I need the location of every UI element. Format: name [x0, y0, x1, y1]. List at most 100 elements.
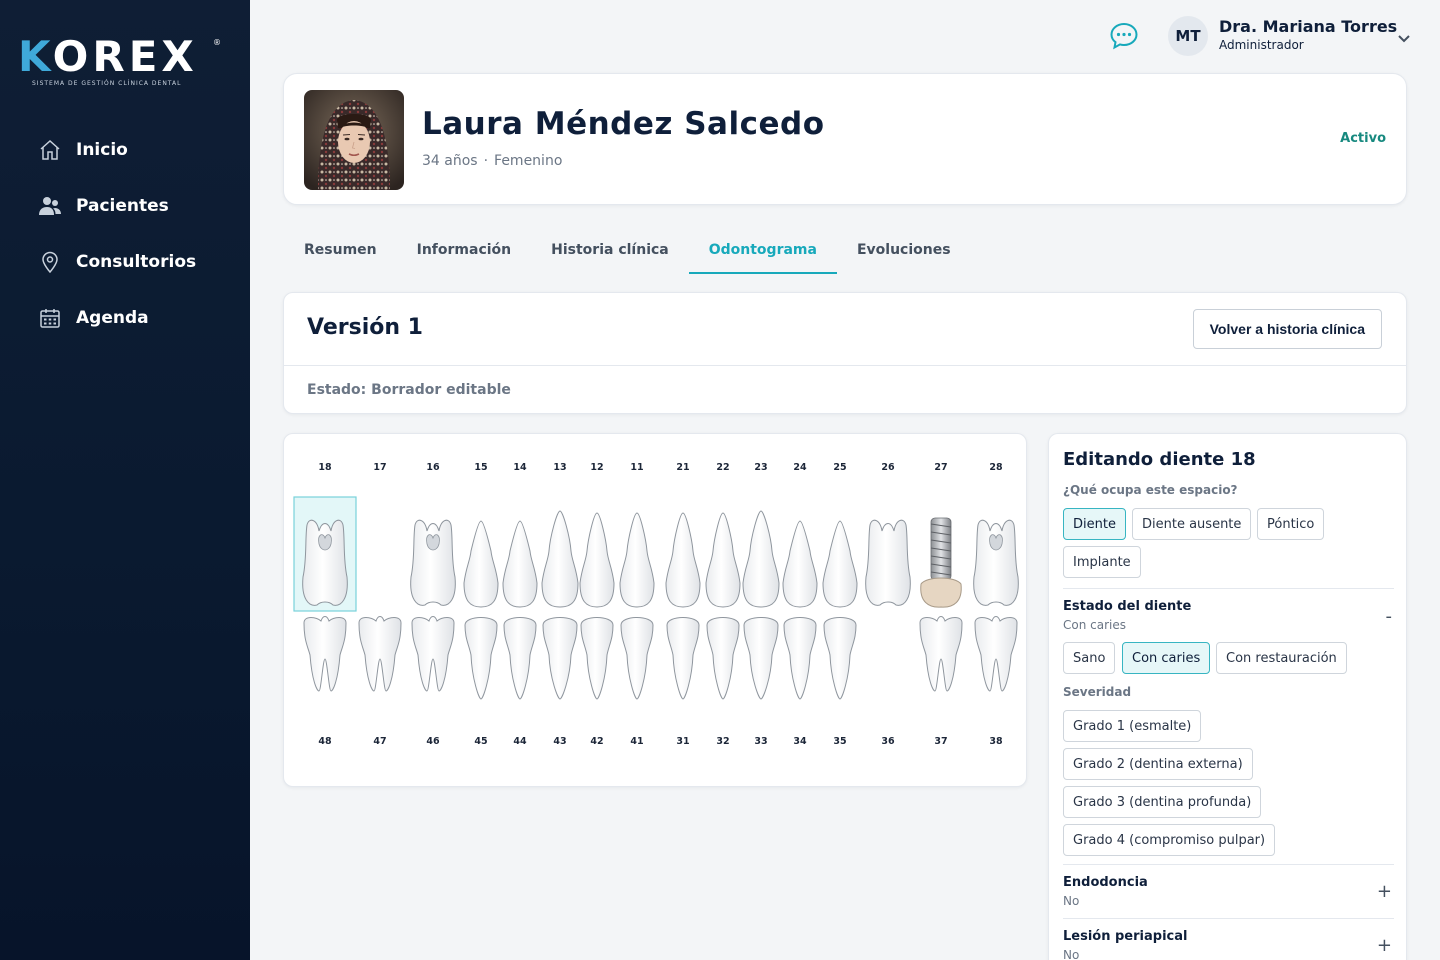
- sidebar-item-consultorios[interactable]: Consultorios: [0, 234, 250, 290]
- severity-option-grado-4[interactable]: Grado 4 (compromiso pulpar): [1063, 824, 1276, 856]
- tooth-14[interactable]: [502, 520, 538, 608]
- tooth-35[interactable]: [823, 617, 857, 700]
- patient-name: Laura Méndez Salcedo: [422, 106, 825, 142]
- sidebar-item-label: Agenda: [76, 308, 149, 328]
- tooth-22[interactable]: [705, 512, 741, 608]
- tooth-41[interactable]: [620, 617, 654, 700]
- tooth-12[interactable]: [579, 512, 615, 608]
- version-title: Versión 1: [307, 315, 423, 340]
- tooth-31[interactable]: [666, 617, 700, 700]
- tooth-47[interactable]: [358, 616, 402, 692]
- tooth-46[interactable]: [411, 616, 455, 692]
- tab-informacion[interactable]: Información: [397, 226, 532, 274]
- severity-option-grado-1[interactable]: Grado 1 (esmalte): [1063, 710, 1202, 742]
- tooth-16[interactable]: [410, 519, 456, 606]
- collapse-toggle[interactable]: -: [1386, 606, 1393, 627]
- severity-option-grado-3[interactable]: Grado 3 (dentina profunda): [1063, 786, 1262, 818]
- sidebar-item-label: Consultorios: [76, 252, 197, 272]
- patient-meta: 34 años · Femenino: [422, 153, 562, 169]
- tooth-number-11: 11: [630, 462, 644, 473]
- tooth-24[interactable]: [782, 520, 818, 608]
- tab-resumen[interactable]: Resumen: [284, 226, 397, 274]
- sidebar-item-agenda[interactable]: Agenda: [0, 290, 250, 346]
- tooth-26[interactable]: [865, 519, 911, 606]
- tooth-number-23: 23: [754, 462, 768, 473]
- patient-status-badge: Activo: [1340, 131, 1386, 146]
- tooth-number-25: 25: [833, 462, 847, 473]
- chat-bubble-icon[interactable]: [1108, 20, 1140, 52]
- patient-header-card: Laura Méndez Salcedo 34 años · Femenino Ac…: [283, 73, 1407, 205]
- tooth-25[interactable]: [822, 520, 858, 608]
- tooth-48[interactable]: [303, 616, 347, 692]
- endodoncia-section-title: Endodoncia: [1063, 875, 1148, 890]
- tooth-43[interactable]: [542, 617, 578, 700]
- sidebar-item-inicio[interactable]: Inicio: [0, 122, 250, 178]
- tooth-11[interactable]: [619, 512, 655, 608]
- estado-section-title: Estado del diente: [1063, 599, 1192, 614]
- expand-toggle[interactable]: +: [1377, 935, 1392, 956]
- endodoncia-section-value: No: [1063, 894, 1080, 908]
- logo-wordmark: KOREX: [18, 32, 198, 81]
- sidebar-item-label: Inicio: [76, 140, 128, 160]
- tooth-number-45: 45: [474, 736, 488, 747]
- korex-logo[interactable]: KOREX ® SISTEMA DE GESTIÓN CLÍNICA DENTA…: [18, 32, 223, 88]
- tooth-21[interactable]: [665, 512, 701, 608]
- sidebar-item-pacientes[interactable]: Pacientes: [0, 178, 250, 234]
- expand-toggle[interactable]: +: [1377, 881, 1392, 902]
- estado-option-con-restauracion[interactable]: Con restauración: [1216, 642, 1347, 674]
- tooth-number-48: 48: [318, 736, 332, 747]
- user-name[interactable]: Dra. Mariana Torres: [1219, 17, 1397, 36]
- patient-photo: [304, 90, 404, 190]
- tooth-45[interactable]: [464, 617, 498, 700]
- tooth-number-12: 12: [590, 462, 604, 473]
- meta-separator: ·: [483, 153, 489, 169]
- tooth-number-42: 42: [590, 736, 604, 747]
- tooth-23[interactable]: [742, 510, 780, 608]
- tooth-number-27: 27: [934, 462, 948, 473]
- chevron-down-icon[interactable]: [1396, 30, 1412, 46]
- occupancy-question: ¿Qué ocupa este espacio?: [1063, 483, 1238, 497]
- tooth-number-31: 31: [676, 736, 690, 747]
- occupancy-option-pontico[interactable]: Póntico: [1257, 508, 1325, 540]
- tooth-33[interactable]: [743, 617, 779, 700]
- editor-title: Editando diente 18: [1063, 449, 1256, 470]
- tooth-number-35: 35: [833, 736, 847, 747]
- tooth-number-38: 38: [989, 736, 1003, 747]
- tooth-44[interactable]: [503, 617, 537, 700]
- tooth-number-46: 46: [426, 736, 440, 747]
- occupancy-option-diente-ausente[interactable]: Diente ausente: [1132, 508, 1252, 540]
- tooth-38[interactable]: [974, 616, 1018, 692]
- tooth-32[interactable]: [706, 617, 740, 700]
- tooth-number-37: 37: [934, 736, 948, 747]
- back-to-history-button[interactable]: Volver a historia clínica: [1192, 309, 1382, 349]
- tooth-number-14: 14: [513, 462, 527, 473]
- tooth-13[interactable]: [541, 510, 579, 608]
- occupancy-option-implante[interactable]: Implante: [1063, 546, 1141, 578]
- tooth-18[interactable]: [293, 496, 357, 612]
- sidebar: KOREX ® SISTEMA DE GESTIÓN CLÍNICA DENTA…: [0, 0, 250, 960]
- occupancy-option-diente[interactable]: Diente: [1063, 508, 1126, 540]
- tooth-number-32: 32: [716, 736, 730, 747]
- tab-evoluciones[interactable]: Evoluciones: [837, 226, 971, 274]
- tooth-37[interactable]: [919, 616, 963, 692]
- severity-option-grado-2[interactable]: Grado 2 (dentina externa): [1063, 748, 1253, 780]
- estado-option-sano[interactable]: Sano: [1063, 642, 1116, 674]
- tooth-15[interactable]: [463, 520, 499, 608]
- tooth-27[interactable]: [920, 517, 962, 608]
- tooth-42[interactable]: [580, 617, 614, 700]
- tooth-number-22: 22: [716, 462, 730, 473]
- tab-odontograma[interactable]: Odontograma: [688, 226, 838, 274]
- divider: [1063, 588, 1394, 589]
- tooth-number-28: 28: [989, 462, 1003, 473]
- tooth-editor-panel: Editando diente 18 ¿Qué ocupa este espac…: [1048, 433, 1407, 960]
- tab-historia-clinica[interactable]: Historia clínica: [531, 226, 689, 274]
- patient-age: 34 años: [422, 153, 478, 169]
- estado-option-con-caries[interactable]: Con caries: [1122, 642, 1211, 674]
- logo-tagline: SISTEMA DE GESTIÓN CLÍNICA DENTAL: [32, 80, 182, 87]
- version-state: Estado: Borrador editable: [307, 382, 511, 398]
- tooth-number-33: 33: [754, 736, 768, 747]
- user-avatar[interactable]: MT: [1168, 16, 1208, 56]
- tooth-34[interactable]: [783, 617, 817, 700]
- odontogram-card: 18 17 16 15 14 13 12 11 21 22 23 24 25 26 27 28 48 47 46 45…: [283, 433, 1027, 787]
- tooth-28[interactable]: [973, 519, 1019, 606]
